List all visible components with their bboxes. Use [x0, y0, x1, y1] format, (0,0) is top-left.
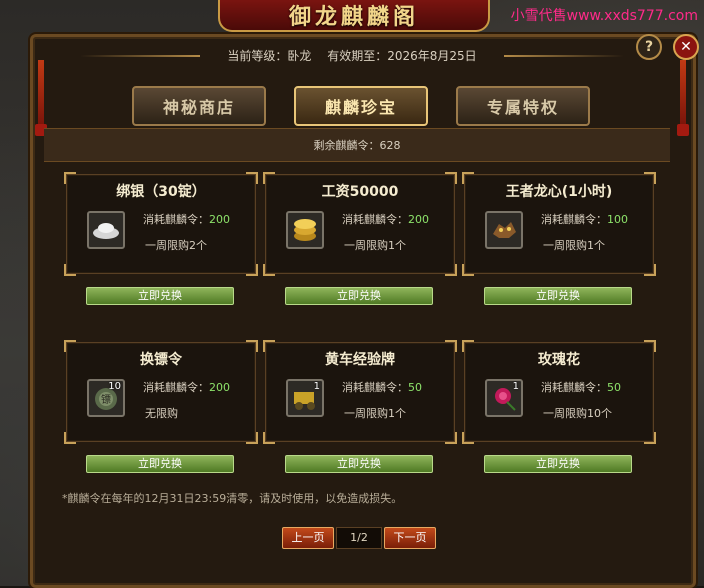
escort-token-icon: 镖 10 — [87, 379, 125, 417]
item-card: 王者龙心(1小时) 消耗麒麟令：100 一周限购1个 — [462, 172, 656, 276]
redeem-button[interactable]: 立即兑换 — [86, 455, 234, 473]
card-corner-ornament — [644, 172, 656, 184]
svg-text:镖: 镖 — [101, 394, 111, 406]
next-page-button[interactable]: 下一页 — [384, 527, 436, 549]
tab-label: 神秘商店 — [162, 98, 235, 117]
card-corner-ornament — [644, 432, 656, 444]
card-corner-ornament — [462, 172, 474, 184]
card-corner-ornament — [445, 340, 457, 352]
title-banner: 御龙麒麟阁 — [218, 0, 490, 32]
card-corner-ornament — [64, 432, 76, 444]
cost-line: 消耗麒麟令：200 — [143, 213, 230, 226]
item-name: 绑银（30锭） — [116, 184, 206, 200]
purchase-limit: 一周限购1个 — [344, 407, 406, 420]
purchase-limit: 一周限购1个 — [543, 239, 605, 252]
cost-line: 消耗麒麟令：50 — [342, 381, 422, 394]
window-title: 御龙麒麟阁 — [288, 5, 419, 30]
card-corner-ornament — [445, 264, 457, 276]
tab-qilin-treasure[interactable]: 麒麟珍宝 — [294, 86, 428, 126]
card-corner-ornament — [445, 432, 457, 444]
dragon-heart-icon — [485, 211, 523, 249]
cost-line: 消耗麒麟令：200 — [143, 381, 230, 394]
page-indicator: 1/2 — [336, 527, 382, 549]
tab-exclusive-privilege[interactable]: 专属特权 — [456, 86, 590, 126]
remaining-tokens: 剩余麒麟令：628 — [44, 128, 670, 162]
redeem-button[interactable]: 立即兑换 — [285, 455, 433, 473]
item-card: 换镖令 镖 10 消耗麒麟令：200 无限购 — [64, 340, 258, 444]
card-corner-ornament — [263, 264, 275, 276]
reset-footnote: *麒麟令在每年的12月31日23:59清零，请及时使用，以免造成损失。 — [62, 492, 403, 505]
card-corner-ornament — [64, 340, 76, 352]
yellow-cart-exp-icon: 1 — [286, 379, 324, 417]
purchase-limit: 一周限购1个 — [344, 239, 406, 252]
item-card: 玫瑰花 1 消耗麒麟令：50 一周限购10个 — [462, 340, 656, 444]
gold-coins-icon — [286, 211, 324, 249]
prev-page-button[interactable]: 上一页 — [282, 527, 334, 549]
cost-value: 50 — [408, 381, 422, 394]
redeem-button[interactable]: 立即兑换 — [484, 287, 632, 305]
cost-value: 200 — [408, 213, 429, 226]
expiry-date: 有效期至：2026年8月25日 — [327, 49, 477, 63]
cost-value: 100 — [607, 213, 628, 226]
purchase-limit: 一周限购2个 — [145, 239, 207, 252]
item-name: 王者龙心(1小时) — [505, 184, 613, 200]
item-name: 换镖令 — [140, 352, 182, 368]
card-corner-ornament — [64, 172, 76, 184]
cost-value: 200 — [209, 213, 230, 226]
card-corner-ornament — [64, 264, 76, 276]
cost-value: 50 — [607, 381, 621, 394]
redeem-button[interactable]: 立即兑换 — [86, 287, 234, 305]
item-card: 绑银（30锭） 消耗麒麟令：200 一周限购2个 — [64, 172, 258, 276]
card-corner-ornament — [462, 264, 474, 276]
tab-label: 麒麟珍宝 — [324, 98, 397, 117]
card-corner-ornament — [644, 264, 656, 276]
card-corner-ornament — [462, 432, 474, 444]
purchase-limit: 一周限购10个 — [543, 407, 612, 420]
cost-line: 消耗麒麟令：100 — [541, 213, 628, 226]
item-quantity: 1 — [512, 381, 519, 392]
item-name: 黄车经验牌 — [325, 352, 395, 368]
cost-line: 消耗麒麟令：200 — [342, 213, 429, 226]
tassel-right — [677, 60, 689, 136]
rose-icon: 1 — [485, 379, 523, 417]
card-corner-ornament — [462, 340, 474, 352]
card-corner-ornament — [644, 340, 656, 352]
tassel-left — [35, 60, 47, 136]
tab-label: 专属特权 — [486, 98, 559, 117]
watermark-text: 小雪代售www.xxds777.com — [510, 8, 698, 24]
redeem-button[interactable]: 立即兑换 — [484, 455, 632, 473]
card-corner-ornament — [263, 340, 275, 352]
card-corner-ornament — [445, 172, 457, 184]
card-corner-ornament — [263, 172, 275, 184]
cost-line: 消耗麒麟令：50 — [541, 381, 621, 394]
card-corner-ornament — [246, 432, 258, 444]
tab-mystery-shop[interactable]: 神秘商店 — [132, 86, 266, 126]
item-quantity: 10 — [108, 381, 121, 392]
item-quantity: 1 — [313, 381, 320, 392]
item-name: 工资50000 — [321, 184, 399, 200]
current-level: 当前等级：卧龙 — [227, 49, 312, 63]
item-name: 玫瑰花 — [538, 352, 580, 368]
redeem-button[interactable]: 立即兑换 — [285, 287, 433, 305]
purchase-limit: 无限购 — [145, 407, 178, 420]
card-corner-ornament — [246, 340, 258, 352]
card-corner-ornament — [263, 432, 275, 444]
card-corner-ornament — [246, 264, 258, 276]
item-card: 工资50000 消耗麒麟令：200 一周限购1个 — [263, 172, 457, 276]
silver-ingot-icon — [87, 211, 125, 249]
card-corner-ornament — [246, 172, 258, 184]
cost-value: 200 — [209, 381, 230, 394]
player-info-bar: 当前等级：卧龙 有效期至：2026年8月25日 — [0, 47, 704, 64]
item-card: 黄车经验牌 1 消耗麒麟令：50 一周限购1个 — [263, 340, 457, 444]
